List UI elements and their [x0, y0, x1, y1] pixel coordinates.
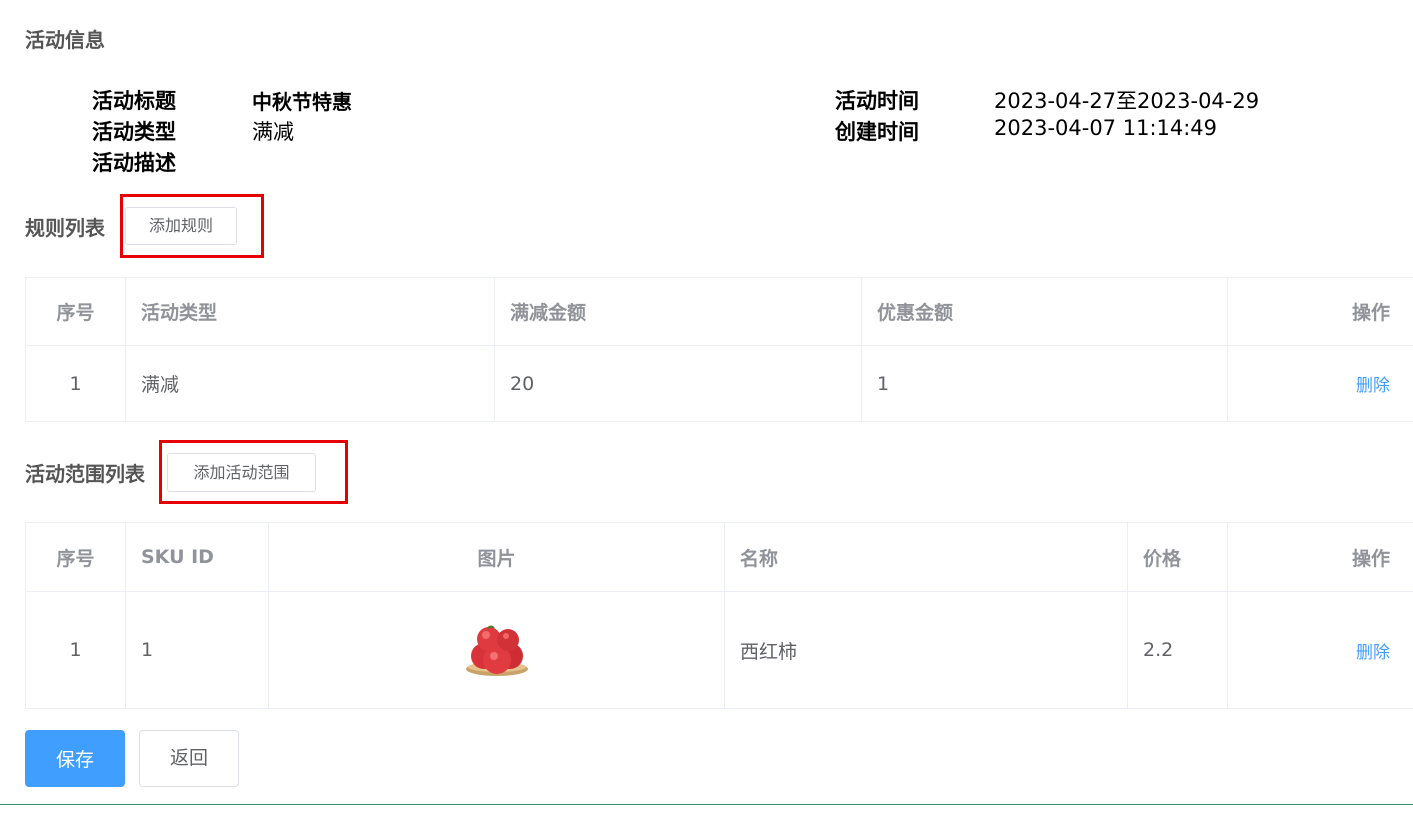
tomato-image: [465, 625, 528, 676]
value-created-time: 2023-04-07 11:14:49: [994, 116, 1218, 140]
label-created-time: 创建时间: [835, 120, 919, 144]
value-activity-type: 满减: [252, 120, 294, 144]
delete-rule-link[interactable]: 删除: [1356, 371, 1390, 396]
cell-index: 1: [26, 346, 126, 421]
rules-section-title: 规则列表: [25, 216, 105, 240]
rules-table: 序号 活动类型 满减金额 优惠金额 操作 1 满减 20 1 删除: [25, 277, 1413, 422]
header-activity-type: 活动类型: [126, 278, 495, 345]
header-image: 图片: [269, 523, 725, 591]
actions-cell: 删除: [1228, 346, 1413, 421]
value-activity-title: 中秋节特惠: [252, 90, 352, 114]
scope-table: 序号 SKU ID 图片 名称 价格 操作 1 1 西红柿 2.2 删除: [25, 522, 1413, 709]
header-name: 名称: [725, 523, 1128, 591]
table-row: 1 满减 20 1 删除: [26, 346, 1413, 422]
cell-image: [269, 592, 725, 708]
highlight-box: [159, 440, 348, 504]
header-actions: 操作: [1351, 302, 1390, 324]
header-actions: 操作: [1351, 547, 1390, 570]
back-button[interactable]: 返回: [139, 730, 239, 787]
cell-condition-amount: 20: [495, 346, 862, 421]
highlight-box: [120, 194, 264, 258]
label-activity-description: 活动描述: [92, 151, 176, 175]
page-bottom-divider: [0, 804, 1413, 805]
activity-info-title: 活动信息: [25, 28, 105, 52]
table-row: 1 1 西红柿 2.2 删除: [26, 592, 1413, 709]
cell-name: 西红柿: [725, 592, 1128, 708]
header-sku-id: SKU ID: [126, 523, 269, 591]
save-button[interactable]: 保存: [25, 730, 125, 787]
header-index: 序号: [26, 523, 126, 591]
label-activity-time: 活动时间: [835, 89, 919, 113]
cell-index: 1: [26, 592, 126, 708]
actions-cell: 删除: [1228, 592, 1413, 708]
value-activity-time: 2023-04-27至2023-04-29: [994, 89, 1260, 113]
cell-benefit-amount: 1: [862, 346, 1228, 421]
header-benefit-amount: 优惠金额: [862, 278, 1228, 345]
header-index: 序号: [26, 278, 126, 345]
cell-activity-type: 满减: [126, 346, 495, 421]
table-header-row: 序号 活动类型 满减金额 优惠金额 操作: [26, 278, 1413, 346]
header-price: 价格: [1128, 523, 1228, 591]
label-activity-type: 活动类型: [92, 120, 176, 144]
scope-section-title: 活动范围列表: [25, 462, 145, 486]
table-header-row: 序号 SKU ID 图片 名称 价格 操作: [26, 523, 1413, 592]
delete-scope-link[interactable]: 删除: [1356, 638, 1390, 663]
cell-price: 2.2: [1128, 592, 1228, 708]
label-activity-title: 活动标题: [92, 89, 176, 113]
header-condition-amount: 满减金额: [495, 278, 862, 345]
cell-sku-id: 1: [126, 592, 269, 708]
